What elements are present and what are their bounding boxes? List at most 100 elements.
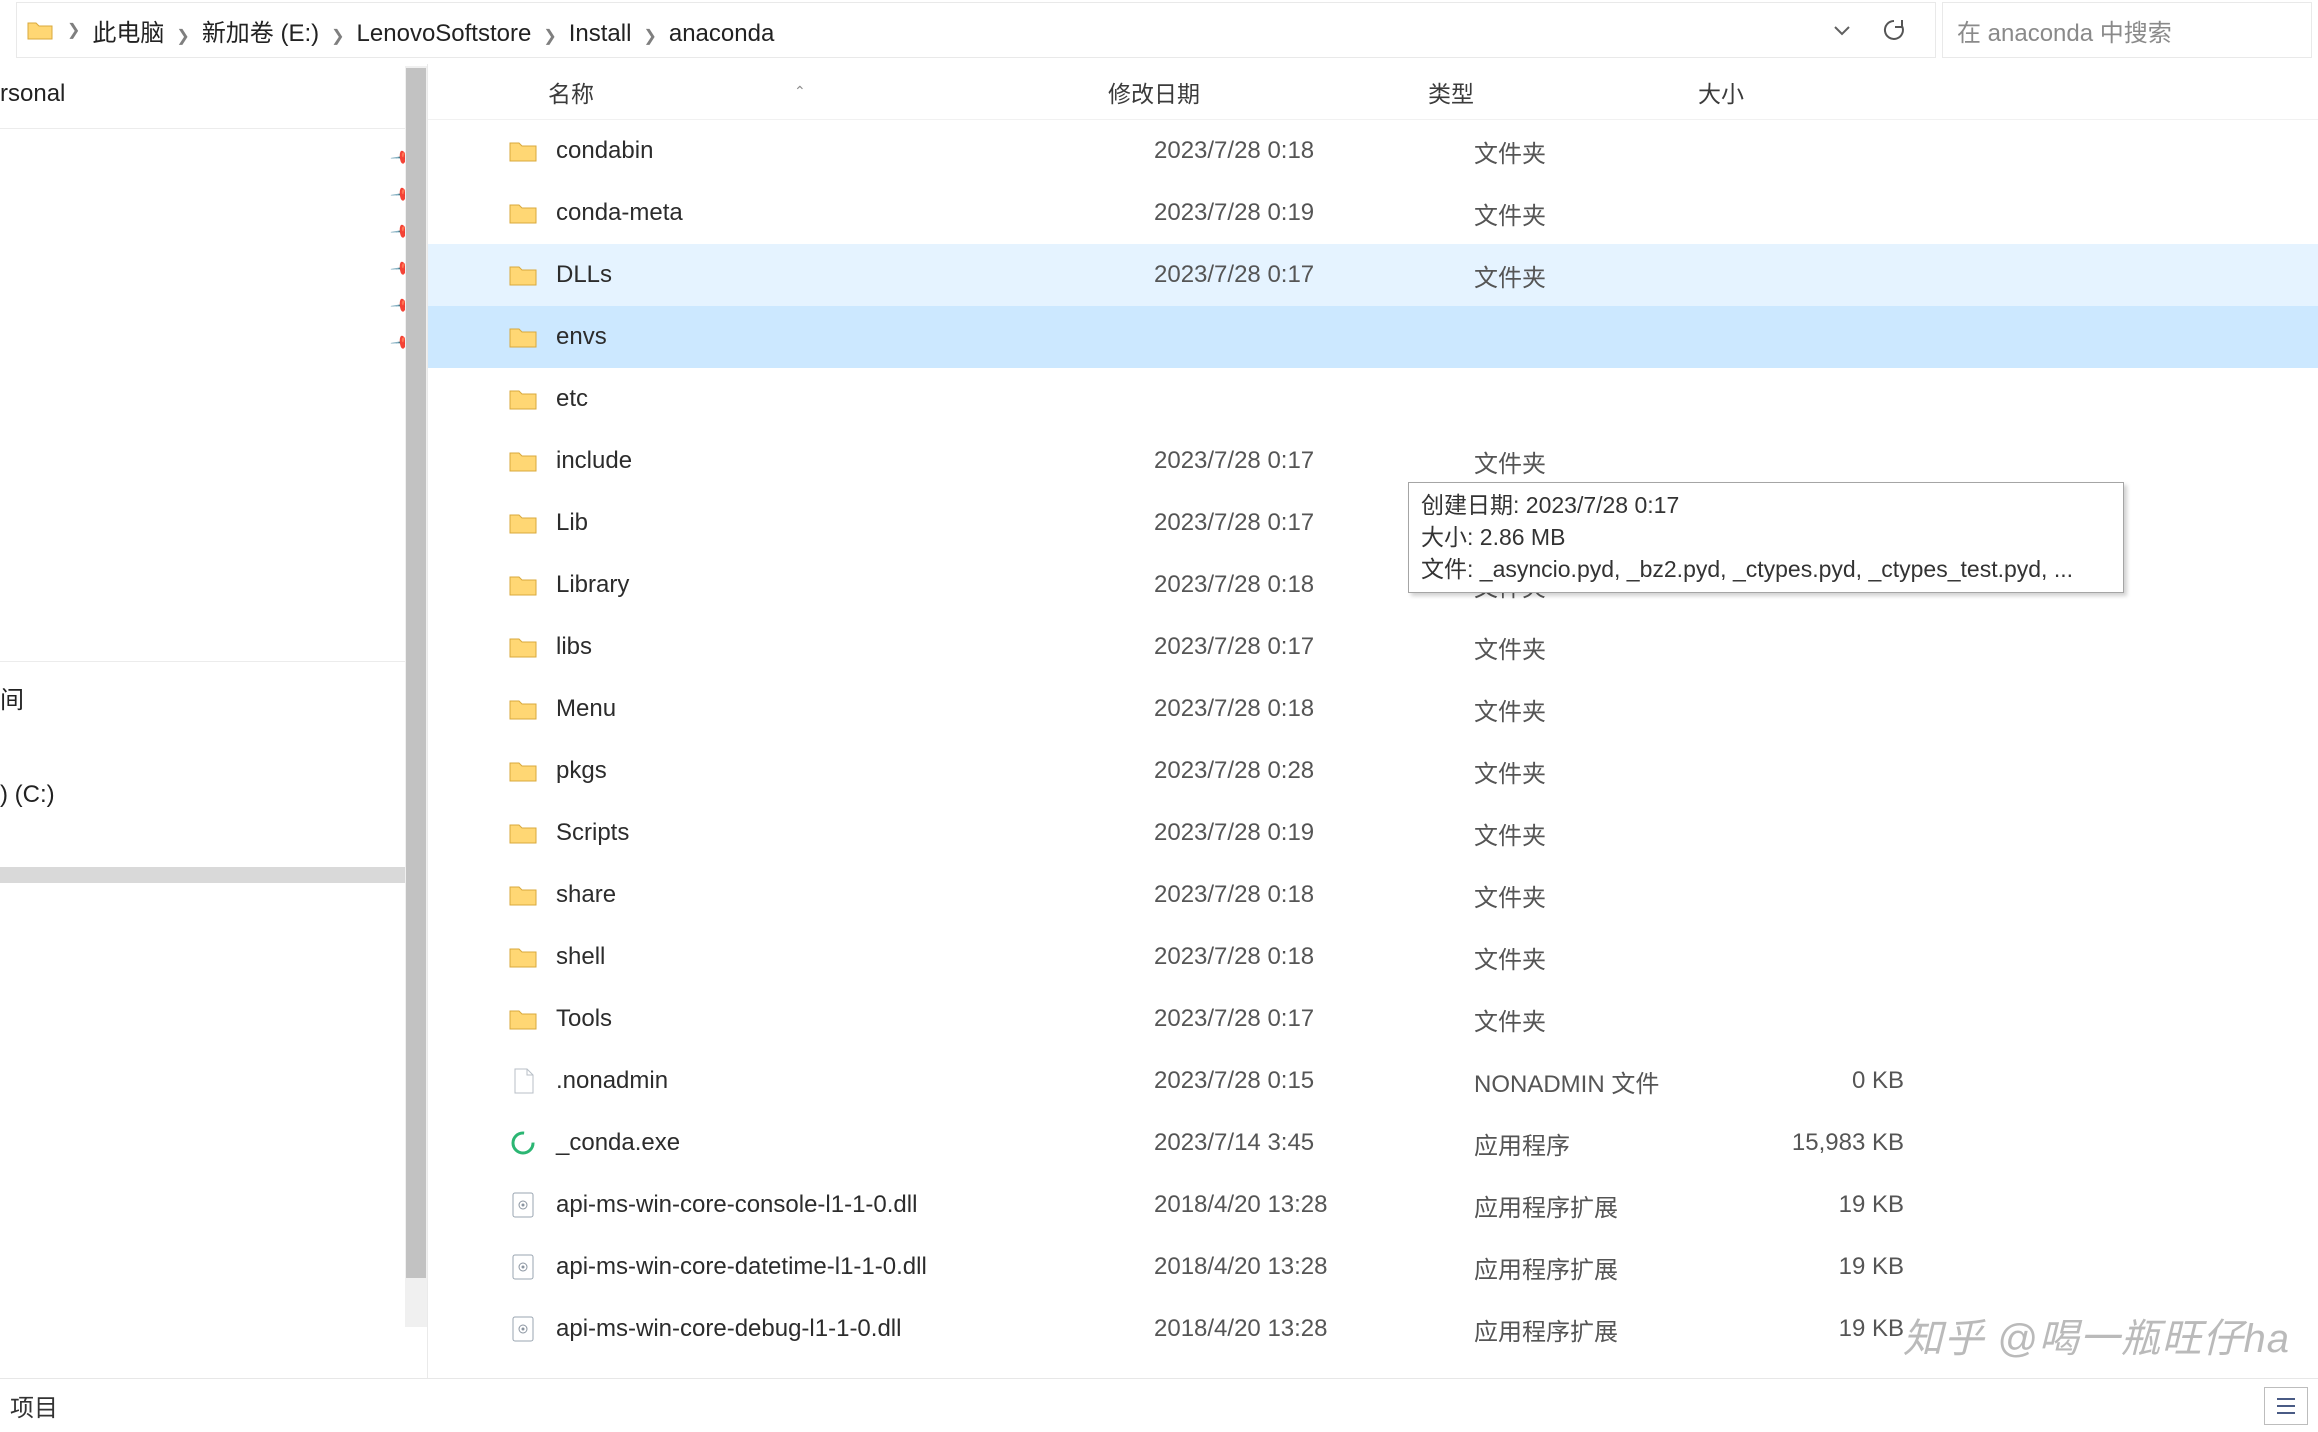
file-row[interactable]: share2023/7/28 0:18文件夹 <box>428 864 2318 926</box>
file-modified: 2023/7/28 0:18 <box>1154 137 1474 165</box>
quick-access-item[interactable]: 📌 <box>0 176 427 213</box>
file-size: 19 KB <box>1754 1253 1904 1281</box>
folder-icon <box>508 821 538 845</box>
folder-icon <box>508 325 538 349</box>
file-row[interactable]: shell2023/7/28 0:18文件夹 <box>428 926 2318 988</box>
col-size[interactable]: 大小 <box>1698 75 1858 109</box>
folder-icon <box>508 573 538 597</box>
folder-icon <box>508 945 538 969</box>
file-modified: 2023/7/28 0:19 <box>1154 199 1474 227</box>
folder-icon <box>508 759 538 783</box>
file-row[interactable]: Tools2023/7/28 0:17文件夹 <box>428 988 2318 1050</box>
file-row[interactable]: libs2023/7/28 0:17文件夹 <box>428 616 2318 678</box>
file-name: shell <box>556 943 1154 971</box>
status-bar: 项目 <box>0 1378 2318 1432</box>
breadcrumb-item[interactable]: LenovoSoftstore <box>351 18 538 49</box>
file-row[interactable]: conda-meta2023/7/28 0:19文件夹 <box>428 182 2318 244</box>
quick-access-item[interactable]: 📌 <box>0 324 427 361</box>
search-input[interactable]: 在 anaconda 中搜索 <box>1942 2 2312 58</box>
sidebar-scrollbar[interactable] <box>405 66 427 1327</box>
details-view-button[interactable] <box>2264 1387 2308 1425</box>
folder-icon <box>508 201 538 225</box>
file-size: 19 KB <box>1754 1315 1904 1343</box>
chevron-right-icon: ❯ <box>543 28 556 45</box>
file-row[interactable]: api-ms-win-core-debug-l1-1-0.dll2018/4/2… <box>428 1298 2318 1360</box>
chevron-right-icon: ❯ <box>67 20 80 40</box>
file-modified: 2018/4/20 13:28 <box>1154 1253 1474 1281</box>
file-row[interactable]: _conda.exe2023/7/14 3:45应用程序15,983 KB <box>428 1112 2318 1174</box>
file-type: NONADMIN 文件 <box>1474 1064 1754 1099</box>
file-row[interactable]: Menu2023/7/28 0:18文件夹 <box>428 678 2318 740</box>
quick-access-item[interactable]: 📌 <box>0 250 427 287</box>
file-row[interactable]: envs <box>428 306 2318 368</box>
quick-access-item[interactable]: 📌 <box>0 213 427 250</box>
nav-tree-item[interactable]: 间 <box>0 672 427 723</box>
file-name: envs <box>556 323 1154 351</box>
file-type: 文件夹 <box>1474 444 1754 479</box>
col-name[interactable]: 名称 <box>548 75 594 109</box>
column-headers[interactable]: 名称 ⌃ 修改日期 类型 大小 <box>428 64 2318 120</box>
folder-icon <box>508 263 538 287</box>
folder-icon <box>508 139 538 163</box>
file-row[interactable]: pkgs2023/7/28 0:28文件夹 <box>428 740 2318 802</box>
address-bar: ❯ 此电脑❯新加卷 (E:)❯LenovoSoftstore❯Install❯a… <box>0 0 2318 60</box>
file-modified: 2023/7/28 0:18 <box>1154 881 1474 909</box>
refresh-button[interactable] <box>1881 17 1907 43</box>
file-name: etc <box>556 385 1154 413</box>
sort-indicator-icon: ⌃ <box>794 83 806 100</box>
breadcrumb-item[interactable]: anaconda <box>663 18 780 49</box>
folder-icon <box>508 883 538 907</box>
folder-icon <box>508 635 538 659</box>
file-modified: 2023/7/28 0:28 <box>1154 757 1474 785</box>
file-name: pkgs <box>556 757 1154 785</box>
file-type: 文件夹 <box>1474 134 1754 169</box>
file-name: Scripts <box>556 819 1154 847</box>
quick-access-item[interactable]: 📌 <box>0 287 427 324</box>
file-type: 应用程序扩展 <box>1474 1312 1754 1347</box>
file-row[interactable]: api-ms-win-core-datetime-l1-1-0.dll2018/… <box>428 1236 2318 1298</box>
file-modified: 2023/7/28 0:18 <box>1154 943 1474 971</box>
file-type: 文件夹 <box>1474 692 1754 727</box>
nav-tree-item[interactable] <box>0 867 427 883</box>
file-name: api-ms-win-core-debug-l1-1-0.dll <box>556 1315 1154 1343</box>
breadcrumb-item[interactable]: 新加卷 (E:) <box>196 18 325 49</box>
folder-icon <box>508 1007 538 1031</box>
file-name: Library <box>556 571 1154 599</box>
file-modified: 2018/4/20 13:28 <box>1154 1315 1474 1343</box>
file-type: 文件夹 <box>1474 258 1754 293</box>
folder-icon <box>508 697 538 721</box>
file-type: 文件夹 <box>1474 1002 1754 1037</box>
file-name: Menu <box>556 695 1154 723</box>
file-modified: 2023/7/28 0:17 <box>1154 633 1474 661</box>
folder-icon <box>25 15 55 45</box>
breadcrumb-item[interactable]: Install <box>563 18 638 49</box>
quick-access-item[interactable]: 📌 <box>0 139 427 176</box>
breadcrumb-item[interactable]: 此电脑 <box>86 18 170 49</box>
file-name: share <box>556 881 1154 909</box>
file-type: 文件夹 <box>1474 196 1754 231</box>
file-modified: 2023/7/28 0:15 <box>1154 1067 1474 1095</box>
file-row[interactable]: DLLs2023/7/28 0:17文件夹 <box>428 244 2318 306</box>
file-type: 文件夹 <box>1474 816 1754 851</box>
dll-icon <box>508 1315 538 1343</box>
nav-tree-item[interactable]: ) (C:) <box>0 773 427 817</box>
file-icon <box>508 1067 538 1095</box>
chevron-right-icon: ❯ <box>176 28 189 45</box>
history-dropdown[interactable] <box>1831 19 1853 41</box>
folder-icon <box>508 449 538 473</box>
breadcrumb[interactable]: ❯ 此电脑❯新加卷 (E:)❯LenovoSoftstore❯Install❯a… <box>16 2 1936 58</box>
file-row[interactable]: condabin2023/7/28 0:18文件夹 <box>428 120 2318 182</box>
quick-access-header[interactable]: rsonal <box>0 70 427 118</box>
file-modified: 2023/7/14 3:45 <box>1154 1129 1474 1157</box>
file-row[interactable]: .nonadmin2023/7/28 0:15NONADMIN 文件0 KB <box>428 1050 2318 1112</box>
folder-tooltip: 创建日期: 2023/7/28 0:17 大小: 2.86 MB 文件: _as… <box>1408 482 2124 593</box>
col-type[interactable]: 类型 <box>1428 75 1698 109</box>
folder-icon <box>508 387 538 411</box>
col-modified[interactable]: 修改日期 <box>1108 75 1428 109</box>
file-row[interactable]: api-ms-win-core-console-l1-1-0.dll2018/4… <box>428 1174 2318 1236</box>
file-type: 文件夹 <box>1474 940 1754 975</box>
file-size: 19 KB <box>1754 1191 1904 1219</box>
dll-icon <box>508 1191 538 1219</box>
file-row[interactable]: Scripts2023/7/28 0:19文件夹 <box>428 802 2318 864</box>
file-row[interactable]: etc <box>428 368 2318 430</box>
